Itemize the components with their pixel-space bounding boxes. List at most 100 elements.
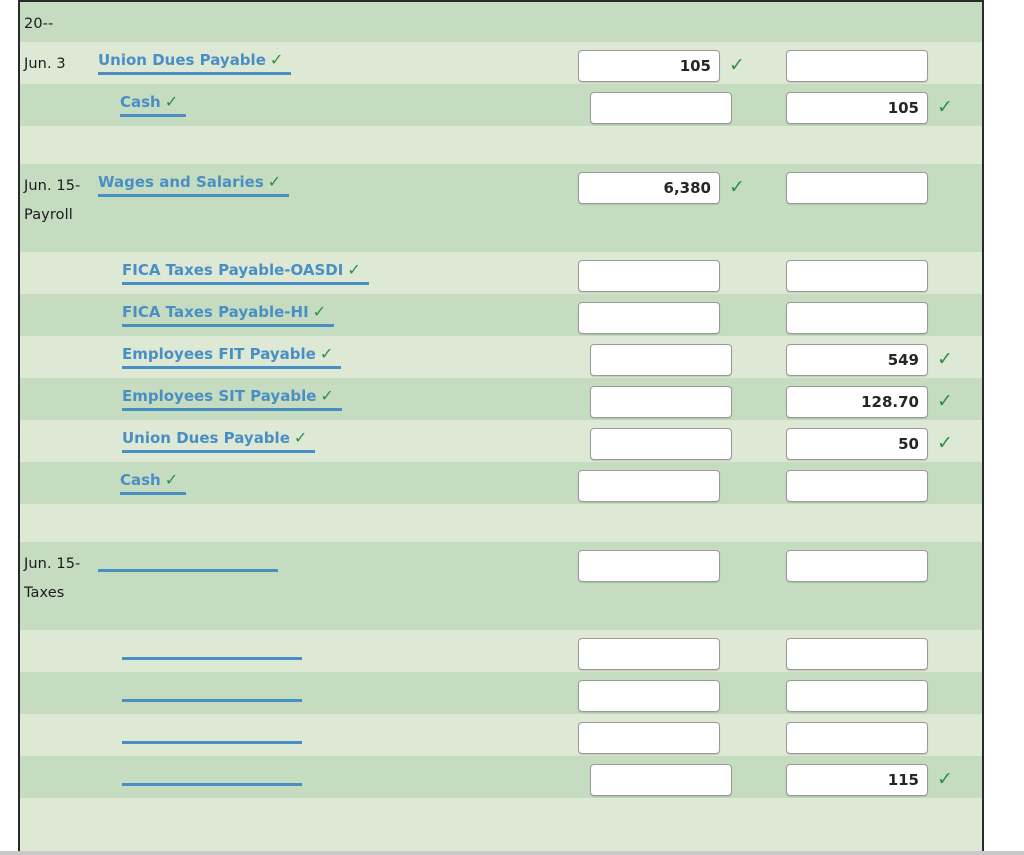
- account-select-link[interactable]: Union Dues Payable ✓: [98, 50, 292, 75]
- journal-date-text: 20--: [24, 16, 54, 32]
- credit-amount-input[interactable]: [786, 344, 928, 376]
- journal-date-cell: [20, 126, 98, 134]
- debit-amount-cell: [578, 84, 786, 124]
- check-icon: ✓: [347, 260, 361, 279]
- journal-date-text: Jun. 3: [24, 56, 66, 72]
- journal-date-cell: Jun. 15-Taxes: [20, 542, 98, 608]
- account-select-blank[interactable]: [122, 764, 302, 786]
- journal-date-cell: [20, 294, 98, 302]
- credit-amount-cell: ✓: [786, 756, 982, 796]
- check-icon: ✓: [937, 348, 953, 370]
- credit-amount-cell: [786, 2, 982, 10]
- debit-amount-input[interactable]: [578, 172, 720, 204]
- journal-spacer-row: [20, 504, 982, 542]
- credit-amount-input[interactable]: [786, 680, 928, 712]
- credit-amount-input[interactable]: [786, 638, 928, 670]
- credit-amount-cell: ✓: [786, 336, 982, 376]
- credit-amount-cell: [774, 42, 982, 82]
- journal-account-cell: Cash ✓: [98, 84, 578, 117]
- viewport-bottom-edge: [0, 851, 1024, 855]
- credit-amount-input[interactable]: [786, 172, 928, 204]
- credit-amount-input[interactable]: [786, 764, 928, 796]
- account-name-label: Cash: [120, 471, 161, 489]
- debit-amount-input[interactable]: [590, 386, 732, 418]
- credit-amount-input[interactable]: [786, 550, 928, 582]
- check-icon: ✓: [320, 386, 334, 405]
- credit-amount-input[interactable]: [786, 470, 928, 502]
- debit-amount-cell: [590, 2, 786, 10]
- account-select-blank[interactable]: [122, 680, 302, 702]
- account-select-blank[interactable]: [122, 638, 302, 660]
- journal-date-cell: [20, 252, 98, 260]
- debit-amount-cell: [590, 126, 786, 134]
- check-icon: ✓: [729, 54, 745, 76]
- credit-amount-input[interactable]: [786, 722, 928, 754]
- journal-account-cell: [98, 2, 590, 10]
- general-journal-table: 20--Jun. 3Union Dues Payable✓✓Cash✓✓Jun.…: [18, 0, 984, 851]
- journal-row: Jun. 3Union Dues Payable✓✓: [20, 42, 982, 84]
- journal-account-cell: Cash ✓: [98, 462, 566, 495]
- account-select-link[interactable]: Employees SIT Payable ✓: [122, 386, 342, 411]
- debit-amount-input[interactable]: [578, 638, 720, 670]
- account-name-label: FICA Taxes Payable-HI: [122, 303, 309, 321]
- account-select-blank[interactable]: [122, 722, 302, 744]
- journal-date-cell: [20, 420, 98, 428]
- journal-date-text: Jun. 15-Payroll: [24, 178, 81, 223]
- debit-amount-input[interactable]: [578, 50, 720, 82]
- account-select-link[interactable]: FICA Taxes Payable-OASDI ✓: [122, 260, 369, 285]
- account-select-link[interactable]: Cash ✓: [120, 470, 187, 495]
- debit-amount-input[interactable]: [578, 470, 720, 502]
- credit-amount-input[interactable]: [786, 50, 928, 82]
- credit-amount-input[interactable]: [786, 386, 928, 418]
- credit-amount-cell: [774, 462, 982, 502]
- journal-row: Jun. 15-PayrollWages and Salaries✓✓: [20, 164, 982, 252]
- debit-amount-cell: [566, 252, 774, 292]
- debit-amount-cell: [578, 420, 786, 460]
- credit-amount-input[interactable]: [786, 428, 928, 460]
- journal-date-cell: Jun. 15-Payroll: [20, 164, 98, 230]
- account-select-link[interactable]: Wages and Salaries ✓: [98, 172, 290, 197]
- journal-account-cell: [98, 126, 590, 134]
- debit-amount-input[interactable]: [578, 302, 720, 334]
- journal-row: Cash ✓: [20, 462, 982, 504]
- credit-amount-cell: [774, 672, 982, 712]
- journal-account-cell: Union Dues Payable ✓: [98, 420, 578, 453]
- debit-amount-cell: [578, 756, 786, 796]
- journal-account-cell: [98, 798, 590, 806]
- check-icon: ✓: [937, 768, 953, 790]
- debit-amount-input[interactable]: [590, 344, 732, 376]
- account-select-link[interactable]: Union Dues Payable ✓: [122, 428, 316, 453]
- journal-date-cell: Jun. 3: [20, 42, 98, 79]
- debit-amount-input[interactable]: [578, 680, 720, 712]
- journal-row: Jun. 15-Taxes: [20, 542, 982, 630]
- credit-amount-cell: ✓: [786, 420, 982, 460]
- debit-amount-input[interactable]: [578, 722, 720, 754]
- check-icon: ✓: [937, 96, 953, 118]
- debit-amount-input[interactable]: [590, 92, 732, 124]
- debit-amount-cell: [590, 504, 786, 512]
- check-icon: ✓: [269, 50, 284, 69]
- account-name-label: FICA Taxes Payable-OASDI: [122, 261, 344, 279]
- journal-row: 20--: [20, 2, 982, 42]
- credit-amount-input[interactable]: [786, 260, 928, 292]
- account-select-link[interactable]: FICA Taxes Payable-HI ✓: [122, 302, 335, 327]
- credit-amount-cell: ✓: [786, 84, 982, 124]
- credit-amount-cell: [786, 504, 982, 512]
- journal-row: [20, 672, 982, 714]
- account-select-link[interactable]: Employees FIT Payable ✓: [122, 344, 342, 369]
- credit-amount-input[interactable]: [786, 302, 928, 334]
- credit-amount-input[interactable]: [786, 92, 928, 124]
- account-select-blank[interactable]: [98, 550, 278, 572]
- debit-amount-input[interactable]: [590, 428, 732, 460]
- check-icon: ✓: [937, 390, 953, 412]
- account-name-label: Employees FIT Payable: [122, 345, 316, 363]
- debit-amount-input[interactable]: [578, 260, 720, 292]
- account-select-link[interactable]: Cash ✓: [120, 92, 187, 117]
- account-name-label: Wages and Salaries: [98, 173, 264, 191]
- account-name-label: Cash: [120, 93, 161, 111]
- check-icon: ✓: [293, 428, 308, 447]
- debit-amount-input[interactable]: [578, 550, 720, 582]
- debit-amount-input[interactable]: [590, 764, 732, 796]
- journal-date-cell: [20, 462, 98, 470]
- journal-spacer-row: [20, 798, 982, 836]
